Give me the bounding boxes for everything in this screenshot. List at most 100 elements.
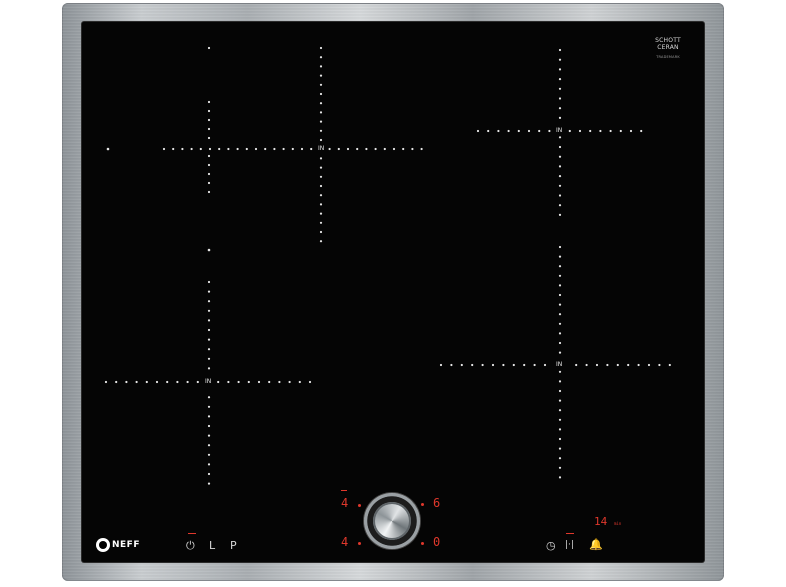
zone-dot-90 — [558, 175, 562, 178]
zone-dot-36 — [319, 120, 323, 123]
zone-dot-44 — [319, 203, 323, 206]
zone-dot-179 — [558, 476, 562, 479]
zone-dot-64 — [497, 129, 500, 133]
zone-dot-114 — [308, 380, 312, 384]
zone-dot-144 — [533, 363, 536, 367]
zone-dot-131 — [207, 453, 211, 456]
zone-dot-132 — [207, 463, 211, 466]
power-button[interactable]: ⏻ — [186, 540, 195, 551]
zone-dot-173 — [558, 418, 562, 421]
display-top-left[interactable]: 4 — [341, 497, 348, 509]
zone-dot-40 — [319, 166, 323, 169]
twistpad-control-knob[interactable] — [364, 493, 420, 549]
zone-dot-45 — [319, 212, 323, 215]
glass-brand-subtext: TRADEMARK — [656, 55, 680, 59]
zone-dot-12 — [273, 147, 276, 151]
zone-dot-87 — [558, 145, 562, 149]
zone-dot-99 — [145, 380, 148, 384]
zone-dot-107 — [237, 380, 240, 384]
zone-dot-116 — [207, 290, 211, 293]
zone-dot-142 — [512, 363, 515, 367]
zone-dot-7 — [227, 147, 230, 151]
zone-dot-56 — [207, 154, 211, 158]
power-indicator-bar — [188, 533, 196, 534]
display-top-right-dot — [421, 503, 424, 506]
zone-dot-61 — [207, 248, 211, 252]
timer-adjust-button[interactable]: |·| — [565, 540, 574, 551]
zone-dot-82 — [558, 87, 562, 90]
zone-dot-53 — [207, 118, 211, 122]
zone-dot-167 — [558, 351, 562, 354]
zone-dot-97 — [125, 380, 128, 384]
powerboost-button[interactable]: P — [230, 540, 237, 551]
zone-dot-28 — [319, 46, 323, 50]
display-bottom-right[interactable]: 0 — [433, 536, 440, 548]
zone-dot-151 — [627, 363, 630, 367]
zone-dot-113 — [298, 380, 301, 384]
zone-dot-30 — [319, 65, 323, 68]
zone-dot-66 — [517, 129, 520, 133]
display-bottom-left[interactable]: 4 — [341, 536, 348, 548]
zone-dot-95 — [104, 380, 108, 384]
zone-dot-9 — [245, 147, 248, 151]
zone-dot-156 — [558, 245, 562, 249]
lock-icon: L — [209, 539, 216, 552]
zone-dot-105 — [217, 380, 220, 384]
neff-circle-logo-icon — [96, 538, 110, 552]
timer-unit: min — [614, 521, 622, 526]
zone-dot-41 — [319, 175, 323, 178]
zone-dot-48 — [319, 240, 323, 243]
zone-dot-121 — [207, 338, 211, 341]
zone-dot-161 — [558, 293, 562, 297]
zone-dot-170 — [558, 389, 562, 393]
zone-dot-165 — [558, 332, 562, 335]
zone-dot-72 — [589, 129, 592, 133]
zone-dot-108 — [247, 380, 250, 384]
zone-dot-65 — [507, 129, 510, 133]
twistpad-cap[interactable] — [373, 502, 411, 540]
zone-dot-122 — [207, 348, 211, 351]
power-icon: ⏻ — [186, 539, 195, 552]
zone-dot-98 — [135, 380, 138, 384]
display-top-right[interactable]: 6 — [433, 497, 440, 509]
zone-dot-24 — [392, 147, 396, 151]
zone-dot-81 — [558, 78, 562, 81]
zone-dot-5 — [208, 147, 212, 151]
zone-dot-109 — [257, 380, 261, 384]
lock-button[interactable]: L — [209, 540, 215, 551]
zone-dot-169 — [558, 380, 562, 383]
zone-dot-75 — [619, 129, 622, 133]
zone-dot-134 — [207, 482, 211, 485]
zone-dot-67 — [527, 129, 531, 133]
zone-dot-104 — [196, 380, 199, 384]
display-bottom-right-dot — [421, 542, 424, 545]
zone-dot-123 — [207, 357, 211, 360]
zone-dot-51 — [207, 100, 211, 104]
timer-button[interactable]: ◷ — [546, 540, 556, 551]
alarm-button[interactable]: 🔔 — [589, 539, 603, 550]
zone-dot-13 — [282, 147, 285, 151]
zone-dot-164 — [558, 322, 562, 325]
zone-dot-166 — [558, 341, 562, 345]
zone-dot-11 — [264, 147, 267, 151]
zone-dot-150 — [616, 363, 619, 367]
zone-dot-50 — [207, 46, 211, 50]
zone-dot-133 — [207, 472, 211, 476]
zone-dot-125 — [207, 396, 211, 399]
zone-dot-147 — [585, 363, 588, 367]
zone-dot-174 — [558, 428, 562, 431]
zone-dot-152 — [637, 363, 640, 367]
zone-dot-83 — [558, 97, 562, 100]
zone-dot-103 — [186, 380, 189, 384]
zone-dot-146 — [575, 363, 578, 367]
zone-dot-54 — [207, 127, 211, 131]
zone-dot-38 — [319, 138, 323, 142]
zone-dot-39 — [319, 157, 323, 160]
zone-dot-101 — [166, 380, 169, 384]
zone-dot-178 — [558, 466, 562, 469]
zone-dot-158 — [558, 265, 562, 268]
glass-brand-mark: SCHOTT CERAN TRADEMARK — [648, 37, 688, 59]
zone-dot-52 — [207, 109, 211, 113]
zone-dot-120 — [207, 328, 211, 332]
timer-adjust-icon: |·| — [565, 540, 574, 550]
